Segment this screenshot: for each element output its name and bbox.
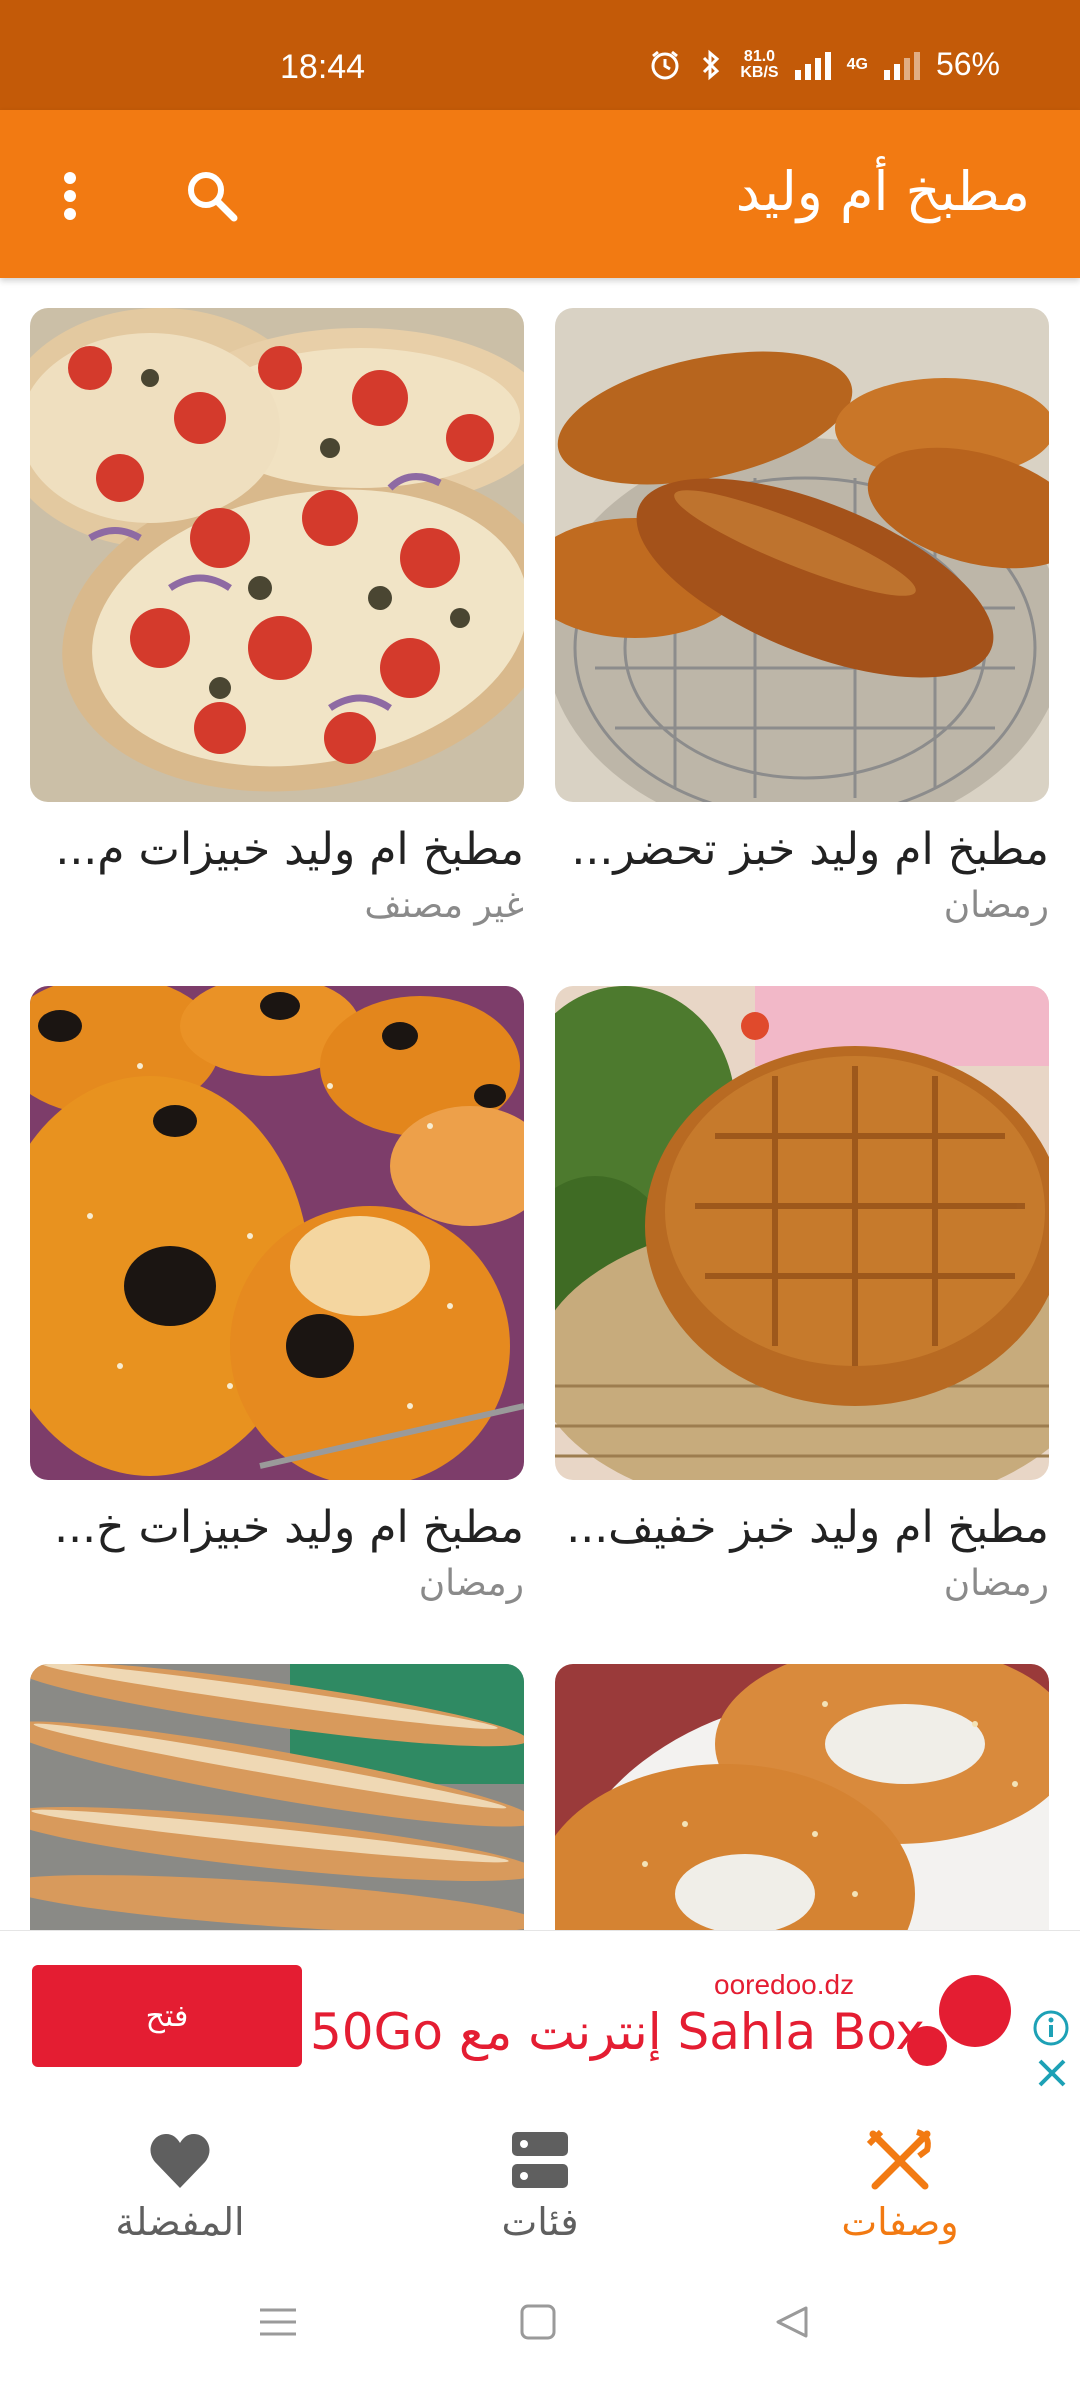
recipe-title: مطبخ ام وليد خبز تحضر... — [571, 824, 1049, 875]
categories-icon — [512, 2132, 568, 2188]
recipe-image-bread-rolls — [555, 308, 1049, 802]
battery-level: 56% — [935, 46, 1000, 82]
system-nav-bar — [0, 2260, 1080, 2400]
nav-label: المفضلة — [115, 2200, 245, 2244]
home-square-icon — [520, 2304, 556, 2340]
recipe-card[interactable]: مطبخ ام وليد خبز تحضر... رمضان — [555, 308, 1049, 926]
back-triangle-icon — [776, 2306, 808, 2338]
search-button[interactable] — [180, 164, 244, 228]
recipe-image-breadsticks — [30, 1664, 524, 1930]
app-bar: مطبخ أم وليد — [0, 110, 1080, 278]
bluetooth-icon — [703, 49, 720, 80]
recipe-card[interactable]: مطبخ ام وليد خبيزات خ... رمضان — [30, 986, 524, 1604]
system-recents-button[interactable] — [258, 2302, 298, 2346]
ooredoo-logo-icon — [907, 1975, 1011, 2066]
search-icon — [188, 172, 238, 222]
ad-headline: Sahla Box إنترنت مع 50Go — [310, 2003, 925, 2061]
signal-icon — [883, 51, 920, 80]
ad-domain: ooredoo.dz — [714, 1969, 855, 2000]
system-back-button[interactable] — [772, 2302, 812, 2346]
more-options-button[interactable] — [50, 164, 90, 228]
recipe-category: رمضان — [418, 1563, 524, 1604]
page-title: مطبخ أم وليد — [735, 160, 1030, 223]
recipe-category: رمضان — [943, 885, 1049, 926]
status-bar: 18:44 81.0 KB/S 4G 56% — [0, 0, 1080, 110]
recipe-card[interactable] — [30, 1664, 524, 1930]
recipe-title: مطبخ ام وليد خبيزات خ... — [54, 1502, 524, 1553]
recipe-title: مطبخ ام وليد خبيزات م... — [55, 824, 524, 875]
nav-label: فئات — [501, 2200, 579, 2244]
nav-label: وصفات — [841, 2200, 959, 2244]
status-time: 18:44 — [280, 48, 366, 86]
alarm-icon — [651, 50, 679, 79]
recipe-title: مطبخ ام وليد خبز خفيف... — [566, 1502, 1049, 1553]
recipe-card[interactable]: مطبخ ام وليد خبيزات م... غير مصنف — [30, 308, 524, 926]
ad-open-button[interactable]: فتح — [32, 1965, 302, 2067]
close-icon — [1038, 2059, 1066, 2087]
recipe-image-sesame-ring-bread — [555, 1664, 1049, 1930]
heart-icon — [150, 2134, 210, 2188]
net-speed: 81.0 KB/S — [740, 47, 779, 81]
info-icon — [1033, 2010, 1069, 2046]
recipe-category: غير مصنف — [364, 885, 524, 926]
recipe-category: رمضان — [943, 1563, 1049, 1604]
menu-icon — [260, 2308, 296, 2336]
nav-favorites[interactable]: المفضلة — [50, 2128, 310, 2244]
recipe-grid: مطبخ ام وليد خبز تحضر... رمضان مطبخ ام و… — [0, 278, 1080, 1930]
signal-icon — [794, 51, 831, 80]
fork-knife-icon — [866, 2129, 931, 2190]
bottom-nav: وصفات فئات المفضلة — [0, 2100, 1080, 2260]
recipe-image-olive-buns — [30, 986, 524, 1480]
system-home-button[interactable] — [518, 2302, 558, 2346]
recipe-image-round-bread — [555, 986, 1049, 1480]
nav-categories[interactable]: فئات — [410, 2128, 670, 2244]
network-type: 4G — [846, 55, 868, 73]
recipe-image-pizza-bread — [30, 308, 524, 802]
nav-recipes[interactable]: وصفات — [770, 2128, 1030, 2244]
recipe-card[interactable] — [555, 1664, 1049, 1930]
ad-close-button[interactable] — [1034, 2055, 1070, 2091]
ad-banner[interactable]: فتح ooredoo.dz Sahla Box إنترنت مع 50Go — [0, 1930, 1080, 2100]
more-vert-icon — [64, 172, 76, 220]
ad-info-button[interactable] — [1032, 2009, 1070, 2047]
status-icons: 81.0 KB/S 4G 56% — [648, 46, 1000, 83]
recipe-card[interactable]: مطبخ ام وليد خبز خفيف... رمضان — [555, 986, 1049, 1604]
